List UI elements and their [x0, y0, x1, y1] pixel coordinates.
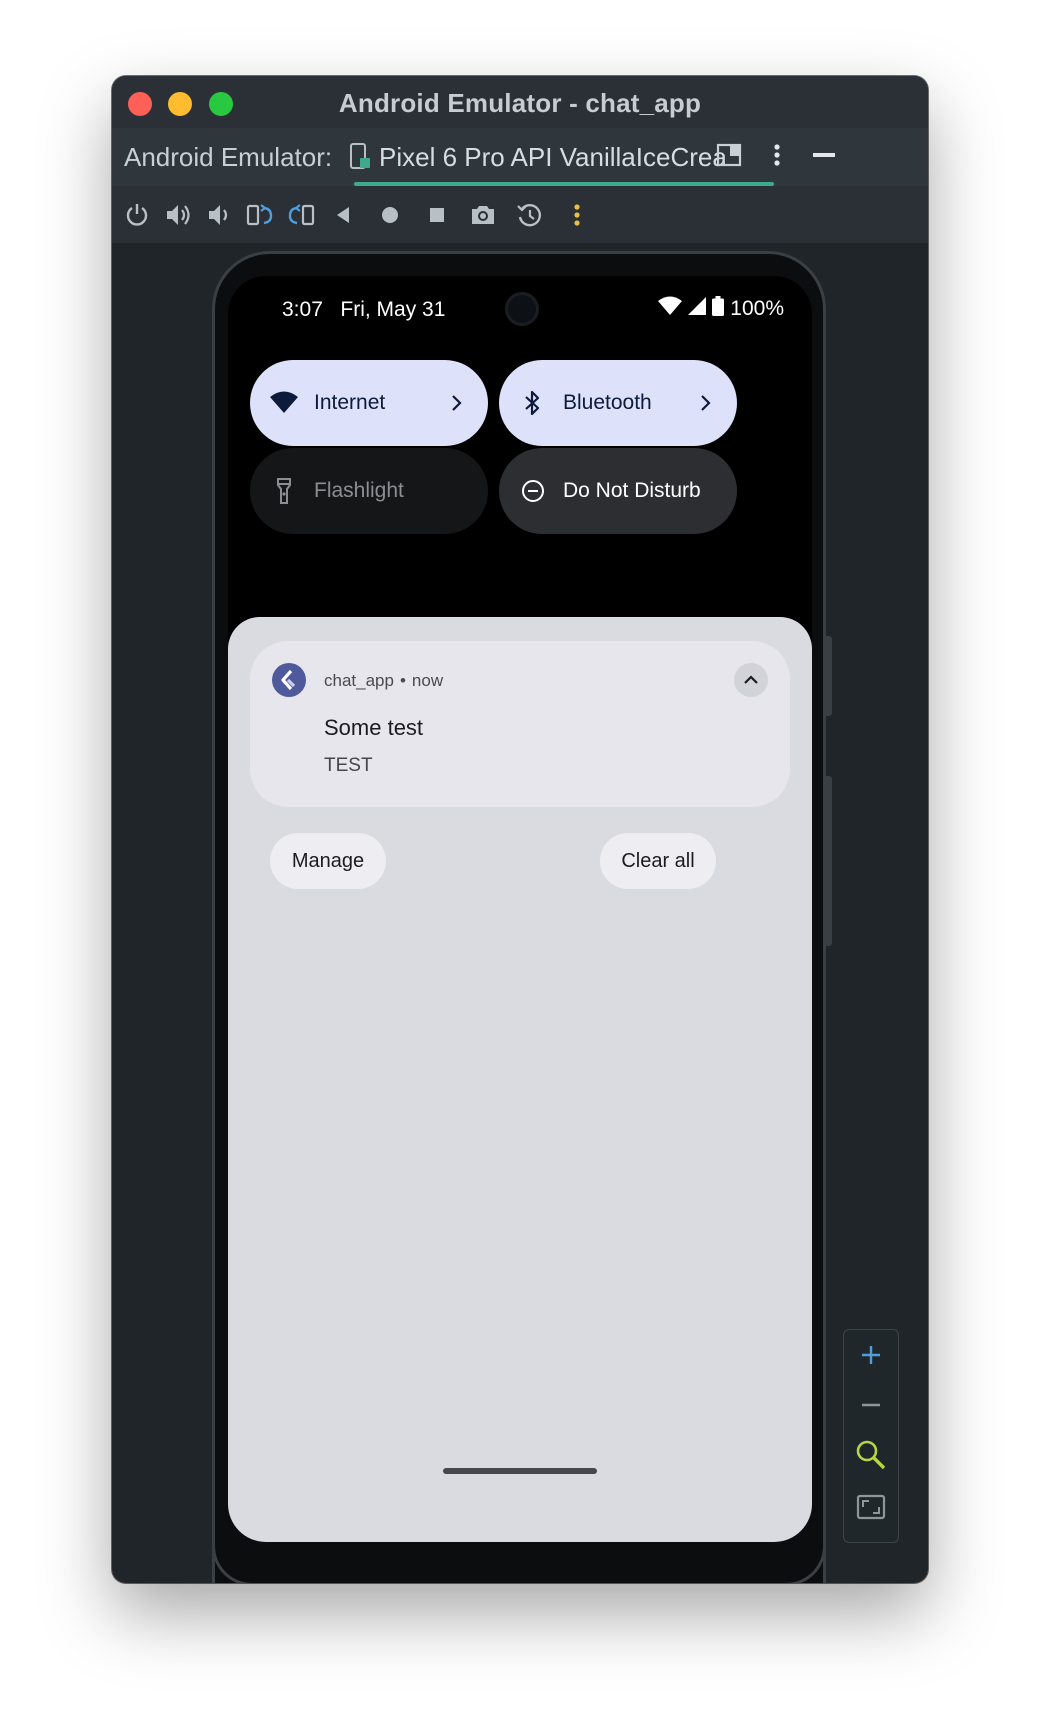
notification-card[interactable]: chat_app • now Some test TEST	[250, 641, 790, 807]
bluetooth-icon	[517, 387, 549, 419]
emulator-window: Android Emulator - chat_app Android Emul…	[112, 76, 928, 1583]
detach-panel-icon[interactable]	[714, 140, 744, 175]
qs-tile-label: Do Not Disturb	[563, 479, 701, 502]
rotate-right-icon[interactable]	[286, 200, 316, 230]
more-vert-icon[interactable]	[562, 200, 592, 230]
zoom-panel	[843, 1329, 899, 1543]
status-icons: 100%	[658, 296, 784, 322]
zoom-out-icon[interactable]	[852, 1386, 890, 1424]
manage-button[interactable]: Manage	[270, 833, 386, 889]
rotate-left-icon[interactable]	[245, 200, 275, 230]
power-icon[interactable]	[122, 200, 152, 230]
tab-device[interactable]: Pixel 6 Pro API VanillaIceCrea	[350, 128, 773, 186]
do-not-disturb-icon	[517, 475, 549, 507]
notification-separator: •	[399, 671, 406, 690]
notification-body: TEST	[324, 755, 373, 776]
qs-tile-do-not-disturb[interactable]: Do Not Disturb	[499, 448, 737, 534]
phone-frame-bottom	[212, 1546, 826, 1583]
overview-icon[interactable]	[422, 200, 452, 230]
zoom-in-icon[interactable]	[852, 1336, 890, 1374]
notification-title: Some test	[324, 715, 424, 740]
chevron-right-icon	[695, 393, 715, 413]
home-icon[interactable]	[375, 200, 405, 230]
collapse-notification-button[interactable]	[734, 663, 768, 697]
device-tab-label: Pixel 6 Pro API VanillaIceCrea	[379, 142, 727, 172]
camera-icon[interactable]	[468, 200, 498, 230]
phone-side-button[interactable]	[826, 636, 832, 716]
qs-tile-internet[interactable]: Internet	[250, 360, 488, 446]
phone-volume-button[interactable]	[826, 776, 832, 946]
status-time-date: 3:07 Fri, May 31	[282, 298, 446, 321]
qs-tile-label: Flashlight	[314, 479, 404, 502]
device-screen: 3:07 Fri, May 31 100% Internet Bluetooth…	[228, 276, 812, 1542]
chevron-right-icon	[446, 393, 466, 413]
tab-bar: Android Emulator: Pixel 6 Pro API Vanill…	[112, 128, 928, 187]
minimize-panel-icon[interactable]	[809, 140, 839, 175]
notification-meta: chat_app • now	[324, 671, 443, 691]
clear-all-button[interactable]: Clear all	[600, 833, 716, 889]
app-icon	[272, 663, 306, 697]
volume-down-icon[interactable]	[204, 200, 234, 230]
home-indicator[interactable]	[443, 1468, 597, 1474]
wifi-icon	[268, 387, 300, 419]
qs-tile-bluetooth[interactable]: Bluetooth	[499, 360, 737, 446]
tab-bar-label: Android Emulator:	[124, 142, 333, 172]
zoom-actual-size-icon[interactable]	[852, 1436, 890, 1474]
flashlight-icon	[268, 475, 300, 507]
volume-up-icon[interactable]	[163, 200, 193, 230]
snapshot-icon[interactable]	[515, 200, 545, 230]
wifi-icon	[658, 296, 683, 322]
title-bar: Android Emulator - chat_app	[112, 76, 928, 128]
notification-shade: chat_app • now Some test TEST Manage Clear…	[228, 617, 812, 1542]
battery-icon	[712, 296, 725, 322]
signal-icon	[688, 297, 707, 321]
notification-app-name: chat_app	[324, 671, 394, 690]
emulator-toolbar	[112, 186, 928, 243]
back-icon[interactable]	[328, 200, 358, 230]
notification-time: now	[411, 671, 444, 690]
window-title: Android Emulator - chat_app	[338, 88, 702, 118]
more-options-icon[interactable]	[762, 140, 792, 175]
qs-tile-flashlight[interactable]: Flashlight	[250, 448, 488, 534]
qs-tile-label: Internet	[314, 391, 386, 414]
front-camera	[505, 292, 539, 326]
device-icon	[347, 142, 377, 177]
qs-tile-label: Bluetooth	[563, 391, 652, 414]
battery-percent: 100%	[730, 297, 784, 320]
fit-screen-icon[interactable]	[852, 1488, 890, 1526]
